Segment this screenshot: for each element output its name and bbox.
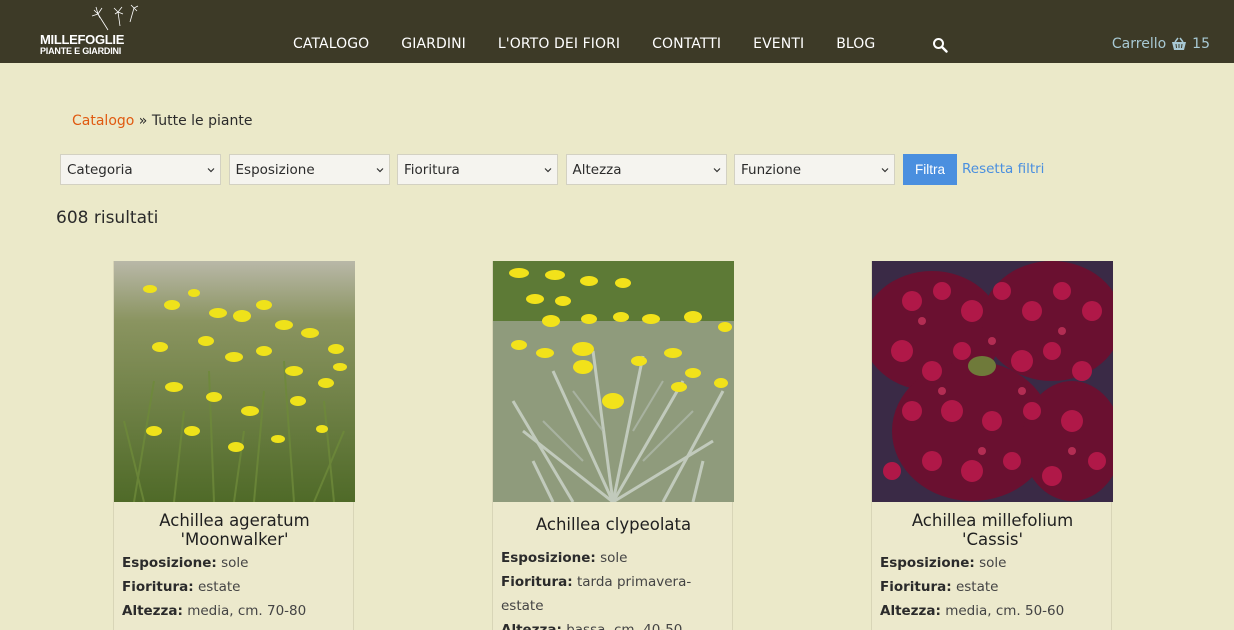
breadcrumb-catalogo-link[interactable]: Catalogo bbox=[72, 113, 134, 129]
product-attributes: Esposizione: sole Fioritura: estate Alte… bbox=[122, 551, 352, 623]
cart-count: 15 bbox=[1192, 36, 1210, 52]
attr-label: Esposizione: bbox=[122, 555, 217, 571]
chevron-down-icon bbox=[207, 168, 215, 173]
attr-value: media, cm. 70-80 bbox=[187, 603, 307, 619]
nav-orto-dei-fiori[interactable]: L'ORTO DEI FIORI bbox=[498, 36, 620, 52]
attr-value: sole bbox=[979, 555, 1007, 571]
esposizione-select-value: Esposizione bbox=[235, 162, 315, 178]
basket-icon bbox=[1172, 37, 1187, 50]
filter-bar: Categoria Esposizione Fioritura Altezza … bbox=[60, 154, 1044, 185]
attr-exposure: Esposizione: sole bbox=[880, 551, 1110, 575]
attr-value: estate bbox=[197, 579, 241, 595]
attr-label: Altezza: bbox=[122, 603, 183, 619]
attr-height: Altezza: bassa, cm. 40-50 bbox=[501, 618, 731, 630]
attr-value: estate bbox=[955, 579, 999, 595]
filtra-button[interactable]: Filtra bbox=[903, 154, 957, 185]
fioritura-select-value: Fioritura bbox=[404, 162, 460, 178]
cart-link[interactable]: Carrello 15 bbox=[1112, 36, 1210, 52]
product-name-line1: Achillea ageratum bbox=[159, 511, 310, 530]
attr-height: Altezza: media, cm. 50-60 bbox=[880, 599, 1110, 623]
categoria-select-value: Categoria bbox=[67, 162, 133, 178]
product-attributes: Esposizione: sole Fioritura: estate Alte… bbox=[880, 551, 1110, 623]
product-name-line2: 'Cassis' bbox=[961, 530, 1024, 549]
attr-flowering: Fioritura: estate bbox=[122, 575, 352, 599]
dandelion-logo-icon bbox=[91, 4, 139, 31]
attr-value: media, cm. 50-60 bbox=[945, 603, 1065, 619]
chevron-down-icon bbox=[544, 168, 552, 173]
site-logo[interactable]: MILLEFOGLIE PIANTE E GIARDINI bbox=[40, 4, 150, 58]
nav-catalogo[interactable]: CATALOGO bbox=[293, 36, 369, 52]
chevron-down-icon bbox=[713, 168, 720, 173]
product-attributes: Esposizione: sole Fioritura: tarda prima… bbox=[501, 546, 731, 630]
attr-exposure: Esposizione: sole bbox=[122, 551, 352, 575]
product-image[interactable] bbox=[114, 261, 355, 502]
attr-flowering: Fioritura: tarda primavera-estate bbox=[501, 570, 731, 618]
nav-blog[interactable]: BLOG bbox=[836, 36, 875, 52]
esposizione-select[interactable]: Esposizione bbox=[228, 154, 390, 185]
product-card[interactable]: Achillea millefolium 'Cassis' Esposizion… bbox=[871, 261, 1113, 630]
attr-exposure: Esposizione: sole bbox=[501, 546, 731, 570]
product-name-line1: Achillea millefolium bbox=[911, 511, 1074, 530]
altezza-select[interactable]: Altezza bbox=[565, 154, 727, 185]
attr-value: bassa, cm. 40-50 bbox=[566, 622, 683, 630]
main-nav: CATALOGO GIARDINI L'ORTO DEI FIORI CONTA… bbox=[293, 36, 948, 53]
nav-eventi[interactable]: EVENTI bbox=[753, 36, 804, 52]
attr-label: Fioritura: bbox=[501, 574, 573, 590]
logo-subtitle: PIANTE E GIARDINI bbox=[40, 46, 122, 56]
categoria-select[interactable]: Categoria bbox=[60, 154, 221, 185]
attr-label: Altezza: bbox=[880, 603, 941, 619]
attr-label: Esposizione: bbox=[880, 555, 975, 571]
breadcrumb: Catalogo » Tutte le piante bbox=[72, 113, 252, 129]
site-header: MILLEFOGLIE PIANTE E GIARDINI CATALOGO G… bbox=[0, 0, 1234, 63]
attr-flowering: Fioritura: estate bbox=[880, 575, 1110, 599]
product-image[interactable] bbox=[493, 261, 734, 502]
product-name[interactable]: Achillea ageratum 'Moonwalker' bbox=[114, 511, 355, 549]
fioritura-select[interactable]: Fioritura bbox=[397, 154, 558, 185]
funzione-select[interactable]: Funzione bbox=[734, 154, 895, 185]
attr-value: sole bbox=[600, 550, 628, 566]
search-icon[interactable] bbox=[932, 37, 948, 53]
product-card[interactable]: Achillea clypeolata Esposizione: sole Fi… bbox=[492, 261, 734, 630]
product-name[interactable]: Achillea clypeolata bbox=[493, 515, 734, 534]
attr-label: Esposizione: bbox=[501, 550, 596, 566]
logo-title: MILLEFOGLIE bbox=[40, 32, 125, 47]
chevron-down-icon bbox=[881, 168, 889, 173]
product-name[interactable]: Achillea millefolium 'Cassis' bbox=[872, 511, 1113, 549]
chevron-down-icon bbox=[376, 168, 383, 173]
breadcrumb-separator: » bbox=[138, 113, 148, 129]
product-name-line1: Achillea clypeolata bbox=[535, 515, 692, 534]
altezza-select-value: Altezza bbox=[572, 162, 622, 178]
nav-contatti[interactable]: CONTATTI bbox=[652, 36, 721, 52]
attr-value: sole bbox=[221, 555, 249, 571]
funzione-select-value: Funzione bbox=[741, 162, 802, 178]
attr-height: Altezza: media, cm. 70-80 bbox=[122, 599, 352, 623]
product-name-line2: 'Moonwalker' bbox=[180, 530, 289, 549]
attr-label: Fioritura: bbox=[880, 579, 952, 595]
breadcrumb-current: Tutte le piante bbox=[151, 113, 253, 129]
results-count: 608 risultati bbox=[56, 208, 159, 228]
product-image[interactable] bbox=[872, 261, 1113, 502]
attr-label: Fioritura: bbox=[122, 579, 194, 595]
nav-giardini[interactable]: GIARDINI bbox=[401, 36, 466, 52]
product-card[interactable]: Achillea ageratum 'Moonwalker' Esposizio… bbox=[113, 261, 355, 630]
cart-label: Carrello bbox=[1111, 36, 1167, 52]
attr-label: Altezza: bbox=[501, 622, 562, 630]
reset-filters-link[interactable]: Resetta filtri bbox=[962, 161, 1044, 177]
